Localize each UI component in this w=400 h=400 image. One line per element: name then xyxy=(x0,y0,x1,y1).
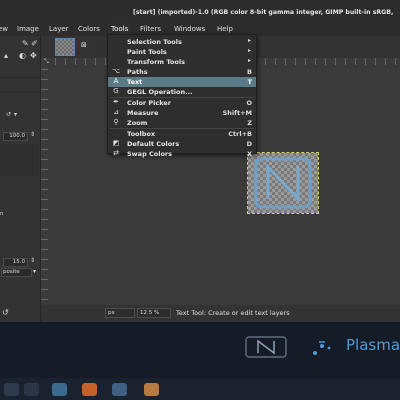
firefox-icon[interactable] xyxy=(82,383,97,396)
mode-select[interactable]: posite xyxy=(1,268,32,277)
gegl-icon: G xyxy=(113,87,119,95)
menu-help[interactable]: Help xyxy=(217,25,233,33)
menu-item-toolbox[interactable]: Toolbox Ctrl+B xyxy=(108,129,256,139)
size-field[interactable]: 15.0 xyxy=(3,258,28,267)
opacity-field[interactable]: 100.0 xyxy=(3,132,28,141)
submenu-arrow-icon: ▸ xyxy=(247,57,251,64)
n-logo-image xyxy=(254,157,312,209)
restore-icon[interactable]: ↺ xyxy=(2,308,9,317)
default-colors-icon: ◩ xyxy=(112,139,120,147)
color-picker-icon: ✒ xyxy=(113,98,119,106)
dock-panel xyxy=(0,144,39,176)
smudge-icon[interactable]: ▴ xyxy=(4,51,8,60)
dodge-icon[interactable]: ◐ xyxy=(19,51,26,60)
opacity-stepper-icon[interactable]: ⇕ xyxy=(30,131,35,138)
submenu-arrow-icon: ▸ xyxy=(247,47,251,54)
menu-item-swap-colors[interactable]: ⇄ Swap Colors X xyxy=(108,149,256,158)
size-stepper-icon[interactable]: ⇕ xyxy=(30,257,35,264)
menu-windows[interactable]: Windows xyxy=(174,25,205,33)
reset-icon[interactable]: ↺ xyxy=(6,111,11,118)
menu-item-transform-tools[interactable]: Transform Tools ▸ xyxy=(108,57,256,67)
text-icon: A xyxy=(113,77,119,85)
gimp-task-icon[interactable] xyxy=(144,383,159,396)
menu-item-gegl-operation[interactable]: G GEGL Operation... xyxy=(108,87,256,97)
taskbar xyxy=(0,378,400,400)
menu-item-paths[interactable]: ⌥ Paths B xyxy=(108,67,256,77)
menu-view[interactable]: ew xyxy=(0,25,8,33)
menu-item-measure[interactable]: ⊿ Measure Shift+M xyxy=(108,108,256,118)
plasma-brand-text: Plasma xyxy=(346,336,400,354)
menu-item-paint-tools[interactable]: Paint Tools ▸ xyxy=(108,47,256,57)
menu-item-default-colors[interactable]: ◩ Default Colors D xyxy=(108,139,256,149)
menu-item-selection-tools[interactable]: Selection Tools ▸ xyxy=(108,37,256,47)
tool-options-dock: ✎ ✐ ▴ ◐ ✥ ↺ ▾ 100.0 ⇕ n 15.0 ⇕ posite ▾ … xyxy=(0,36,41,322)
n-logo-icon xyxy=(245,336,287,358)
close-icon[interactable]: ⊠ xyxy=(81,41,87,49)
brush-icon[interactable]: ✎ xyxy=(22,39,29,48)
mode-chevron-icon[interactable]: ▾ xyxy=(33,268,36,275)
swap-colors-icon: ⇄ xyxy=(113,149,119,157)
tools-dropdown-menu: Selection Tools ▸ Paint Tools ▸ Transfor… xyxy=(107,34,257,158)
transform-icon[interactable]: ✥ xyxy=(30,51,37,60)
menu-item-text[interactable]: A Text T xyxy=(108,77,256,87)
pencil-icon[interactable]: ✐ xyxy=(31,39,38,48)
title-bar: [start] (imported)-1.0 (RGB color 8-bit … xyxy=(0,0,400,22)
measure-icon: ⊿ xyxy=(113,108,119,116)
app-launcher-icon[interactable] xyxy=(4,383,19,396)
menu-filters[interactable]: Filters xyxy=(140,25,161,33)
image-thumbnail[interactable] xyxy=(55,38,75,56)
zoom-select[interactable]: 12.5 % xyxy=(137,308,171,318)
menu-item-zoom[interactable]: ⚲ Zoom Z xyxy=(108,118,256,128)
settings-icon[interactable] xyxy=(24,383,39,396)
file-manager-icon[interactable] xyxy=(112,383,127,396)
image-canvas[interactable] xyxy=(247,152,319,214)
unit-select[interactable]: px xyxy=(105,308,135,318)
gimp-window: [start] (imported)-1.0 (RGB color 8-bit … xyxy=(0,0,400,322)
paths-icon: ⌥ xyxy=(111,67,121,75)
menu-item-color-picker[interactable]: ✒ Color Picker O xyxy=(108,98,256,108)
submenu-arrow-icon: ▸ xyxy=(247,37,251,44)
window-title: [start] (imported)-1.0 (RGB color 8-bit … xyxy=(133,9,394,16)
menu-layer[interactable]: Layer xyxy=(49,25,69,33)
dropdown-chevron-icon[interactable]: ▾ xyxy=(14,111,17,118)
vertical-ruler[interactable] xyxy=(41,65,48,300)
status-message: Text Tool: Create or edit text layers xyxy=(176,309,290,317)
zoom-icon: ⚲ xyxy=(113,118,119,126)
menu-colors[interactable]: Colors xyxy=(78,25,100,33)
discover-icon[interactable] xyxy=(52,383,67,396)
plasma-logo-icon xyxy=(313,341,331,355)
dock-label: n xyxy=(0,211,4,217)
status-bar: px 12.5 % Text Tool: Create or edit text… xyxy=(41,305,400,322)
menu-image[interactable]: Image xyxy=(17,25,39,33)
